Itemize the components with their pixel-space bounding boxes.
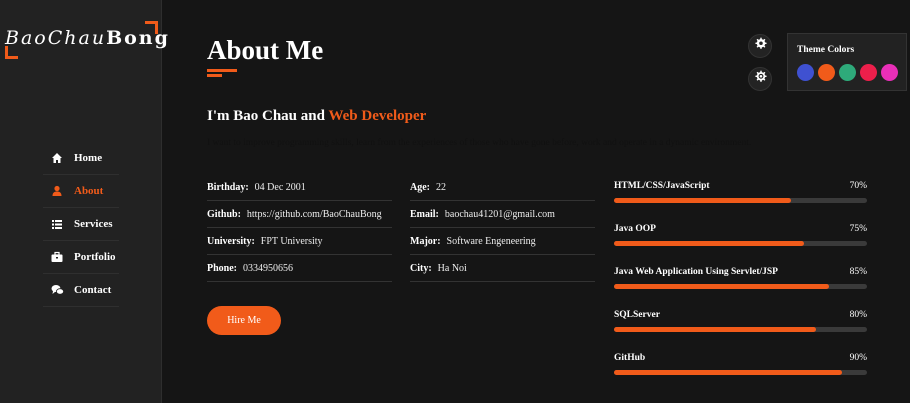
logo-text: BaoChauBong bbox=[5, 27, 168, 49]
info-value: 22 bbox=[436, 181, 446, 193]
info-value: baochau41201@gmail.com bbox=[444, 208, 555, 220]
info-row-phone: Phone: 0334950656 bbox=[207, 255, 392, 282]
gear-icon bbox=[754, 37, 767, 55]
skill-item: Java Web Application Using Servlet/JSP 85… bbox=[614, 267, 867, 310]
skill-name: HTML/CSS/JavaScript bbox=[614, 181, 710, 191]
skill-percent: 80% bbox=[849, 310, 867, 320]
nav-label-services: Services bbox=[74, 218, 113, 230]
home-icon bbox=[50, 151, 64, 165]
info-row-github: Github: https://github.com/BaoChauBong bbox=[207, 201, 392, 228]
skill-bar-fill bbox=[614, 284, 830, 289]
nav-label-about: About bbox=[74, 185, 104, 197]
nav-item-home[interactable]: Home bbox=[43, 142, 119, 175]
info-row-city: City: Ha Noi bbox=[410, 255, 595, 282]
logo-text-part2: Bong bbox=[106, 27, 170, 49]
skill-bar-fill bbox=[614, 241, 804, 246]
list-icon bbox=[50, 217, 64, 231]
info-key: Email: bbox=[410, 208, 439, 220]
info-key: Birthday: bbox=[207, 181, 249, 193]
nav-label-contact: Contact bbox=[74, 284, 112, 296]
color-swatches bbox=[797, 64, 902, 81]
color-swatch-pink[interactable] bbox=[881, 64, 898, 81]
skills-list: HTML/CSS/JavaScript 70% Java OOP 75% Java … bbox=[614, 181, 867, 396]
logo[interactable]: BaoChauBong bbox=[5, 21, 168, 59]
skill-name: GitHub bbox=[614, 353, 646, 363]
skill-item: GitHub 90% bbox=[614, 353, 867, 396]
skill-name: SQLServer bbox=[614, 310, 660, 320]
info-row-email: Email: baochau41201@gmail.com bbox=[410, 201, 595, 228]
info-row-birthday: Birthday: 04 Dec 2001 bbox=[207, 174, 392, 201]
info-key: Github: bbox=[207, 208, 241, 220]
info-row-university: University: FPT University bbox=[207, 228, 392, 255]
briefcase-icon bbox=[50, 250, 64, 264]
nav-label-portfolio: Portfolio bbox=[74, 251, 116, 263]
sidebar: BaoChauBong Home About Services Portfoli… bbox=[0, 0, 168, 403]
info-key: City: bbox=[410, 262, 432, 274]
page-title: About Me bbox=[207, 35, 324, 65]
settings-toggle-button[interactable] bbox=[748, 34, 772, 58]
skill-name: Java Web Application Using Servlet/JSP bbox=[614, 267, 778, 277]
skill-item: Java OOP 75% bbox=[614, 224, 867, 267]
info-value: Software Engeneering bbox=[446, 235, 536, 247]
theme-colors-title: Theme Colors bbox=[797, 45, 855, 55]
title-underline bbox=[207, 69, 237, 72]
intro-role: Web Developer bbox=[328, 108, 427, 124]
nav-item-portfolio[interactable]: Portfolio bbox=[43, 241, 119, 274]
info-value: FPT University bbox=[260, 235, 323, 247]
skill-percent: 85% bbox=[849, 267, 867, 277]
skill-item: SQLServer 80% bbox=[614, 310, 867, 353]
skill-bar bbox=[614, 327, 867, 332]
theme-mode-button[interactable] bbox=[748, 67, 772, 91]
intro-description: I want to improve programming skills, le… bbox=[207, 138, 752, 148]
color-swatch-red[interactable] bbox=[860, 64, 877, 81]
hire-me-button[interactable]: Hire Me bbox=[207, 306, 281, 335]
skill-bar bbox=[614, 241, 867, 246]
skill-name: Java OOP bbox=[614, 224, 656, 234]
info-key: Major: bbox=[410, 235, 441, 247]
info-value: Ha Noi bbox=[437, 262, 467, 274]
info-key: Age: bbox=[410, 181, 430, 193]
skill-percent: 90% bbox=[849, 353, 867, 363]
skill-percent: 75% bbox=[849, 224, 867, 234]
info-column-left: Birthday: 04 Dec 2001 Github: https://gith… bbox=[207, 174, 392, 282]
info-key: Phone: bbox=[207, 262, 237, 274]
skill-bar-fill bbox=[614, 370, 842, 375]
info-row-major: Major: Software Engeneering bbox=[410, 228, 595, 255]
info-value: https://github.com/BaoChauBong bbox=[246, 208, 382, 220]
main-nav: Home About Services Portfolio Contact bbox=[43, 142, 119, 307]
info-value: 04 Dec 2001 bbox=[254, 181, 306, 193]
skill-bar bbox=[614, 370, 867, 375]
info-value: 0334950656 bbox=[243, 262, 293, 274]
theme-colors-panel: Theme Colors bbox=[787, 33, 907, 91]
skill-bar-fill bbox=[614, 198, 792, 203]
skill-percent: 70% bbox=[849, 181, 867, 191]
skill-bar bbox=[614, 198, 867, 203]
nav-item-services[interactable]: Services bbox=[43, 208, 119, 241]
skill-bar-fill bbox=[614, 327, 817, 332]
sun-gear-icon bbox=[754, 70, 767, 88]
intro-prefix: I'm Bao Chau and bbox=[207, 108, 329, 124]
title-underline-short bbox=[207, 74, 222, 77]
nav-item-contact[interactable]: Contact bbox=[43, 274, 119, 307]
skill-item: HTML/CSS/JavaScript 70% bbox=[614, 181, 867, 224]
color-swatch-blue[interactable] bbox=[797, 64, 814, 81]
info-key: University: bbox=[207, 235, 255, 247]
intro-heading: I'm Bao Chau and Web Developer bbox=[207, 108, 426, 125]
logo-text-part1: BaoChau bbox=[5, 27, 107, 49]
user-icon bbox=[50, 184, 64, 198]
color-swatch-green[interactable] bbox=[839, 64, 856, 81]
chat-icon bbox=[50, 283, 64, 297]
color-swatch-orange[interactable] bbox=[818, 64, 835, 81]
info-column-right: Age: 22 Email: baochau41201@gmail.com Majo… bbox=[410, 174, 595, 282]
info-row-age: Age: 22 bbox=[410, 174, 595, 201]
nav-label-home: Home bbox=[74, 152, 103, 164]
skill-bar bbox=[614, 284, 867, 289]
nav-item-about[interactable]: About bbox=[43, 175, 119, 208]
